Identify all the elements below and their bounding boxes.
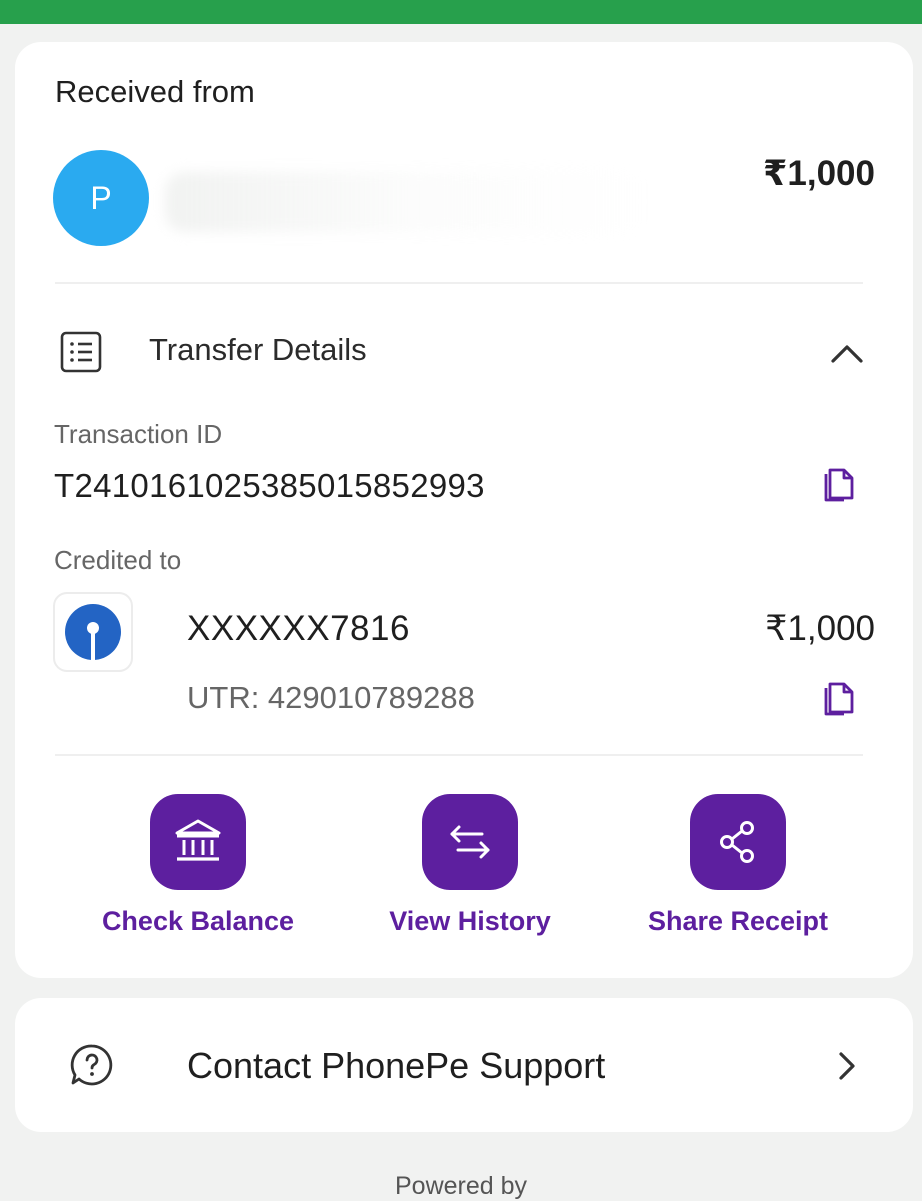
transaction-id-label: Transaction ID: [54, 419, 223, 449]
help-icon: [70, 1044, 113, 1086]
powered-by-text: Powered by: [394, 1172, 528, 1200]
credited-amount: ₹1,000: [765, 609, 875, 648]
check-balance-label[interactable]: Check Balance: [68, 906, 328, 937]
copy-icon[interactable]: [822, 678, 860, 718]
payment-card: Received from P ₹1,000 Transfer Details …: [15, 42, 913, 978]
divider: [55, 754, 863, 756]
redacted-sender-name: [165, 172, 645, 232]
credited-to-label: Credited to: [54, 545, 182, 575]
swap-arrows-icon: [450, 825, 490, 859]
sender-initial: P: [90, 179, 112, 216]
bank-logo-icon: [65, 604, 121, 660]
chevron-right-icon: [839, 1052, 855, 1080]
chevron-up-icon[interactable]: [827, 335, 867, 369]
payment-amount: ₹1,000: [763, 154, 875, 193]
contact-support-row[interactable]: Contact PhonePe Support: [15, 998, 913, 1132]
share-icon: [720, 821, 754, 863]
transfer-details-title[interactable]: Transfer Details: [149, 332, 367, 368]
divider: [55, 282, 863, 284]
share-receipt-label[interactable]: Share Receipt: [608, 906, 868, 937]
share-receipt-button[interactable]: [690, 794, 786, 890]
view-history-button[interactable]: [422, 794, 518, 890]
view-history-label[interactable]: View History: [340, 906, 600, 937]
section-title: Received from: [55, 74, 255, 109]
sender-avatar[interactable]: P: [53, 150, 149, 246]
contact-support-label: Contact PhonePe Support: [187, 1045, 606, 1086]
account-number: XXXXXX7816: [187, 609, 410, 648]
status-bar: [0, 0, 922, 24]
utr-number: UTR: 429010789288: [187, 680, 475, 715]
copy-icon[interactable]: [822, 464, 860, 504]
bank-icon: [175, 819, 221, 861]
receipt-list-icon: [60, 331, 102, 373]
bank-logo: [53, 592, 133, 672]
check-balance-button[interactable]: [150, 794, 246, 890]
transaction-id-value: T2410161025385015852993: [54, 467, 485, 504]
